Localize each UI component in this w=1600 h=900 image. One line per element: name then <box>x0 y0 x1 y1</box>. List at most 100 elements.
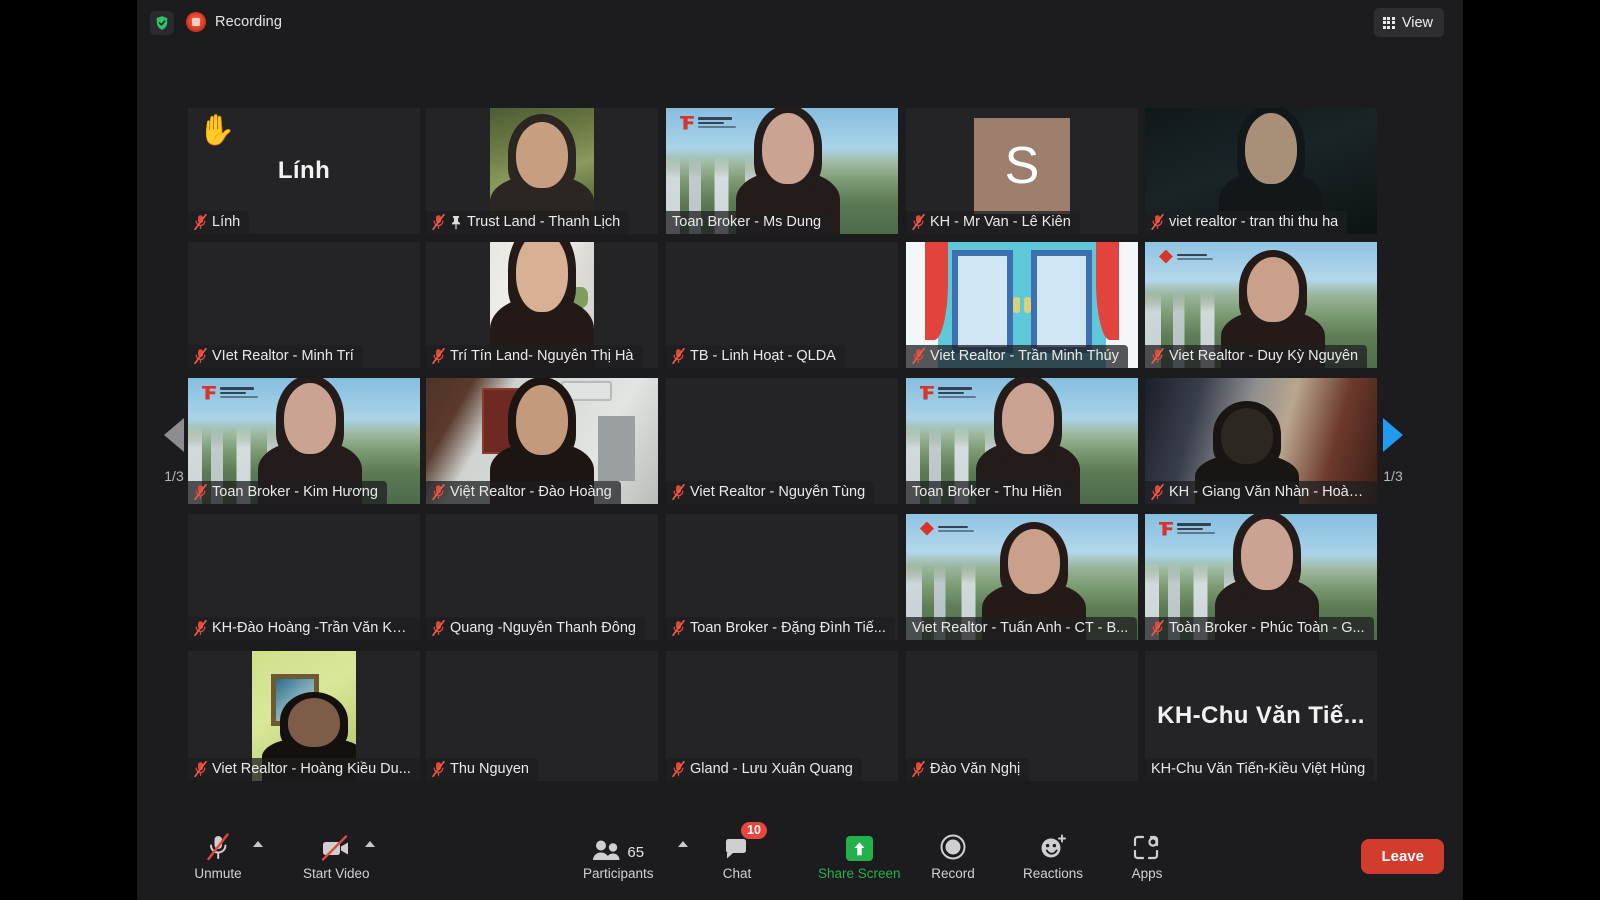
previous-page-button[interactable]: 1/3 <box>151 418 197 484</box>
participant-tile[interactable]: Viet Realtor - Nguyễn Tùng <box>666 378 898 504</box>
participant-name: Thu Nguyen <box>450 761 529 777</box>
toolbar-icon <box>939 831 967 861</box>
toolbar-icon: 65 <box>592 831 644 861</box>
shield-check-icon[interactable] <box>150 11 174 35</box>
participant-tile[interactable]: Viet Realtor - Duy Kỳ Nguyên <box>1145 242 1377 368</box>
participant-name-bar: KH - Giang Văn Nhàn - Hoàn... <box>1145 481 1377 504</box>
recording-label: Recording <box>215 14 282 30</box>
microphone-muted-icon <box>672 761 685 777</box>
toolbar-icon <box>205 831 231 861</box>
toolbar-label: Start Video <box>303 866 370 881</box>
toolbar-icon <box>1038 831 1068 861</box>
participant-name-bar: Trust Land - Thanh Lịch <box>426 211 630 234</box>
participant-tile[interactable]: TB - Linh Hoạt - QLDA <box>666 242 898 368</box>
participant-name-bar: KH - Mr Van - Lê Kiên <box>906 211 1080 234</box>
participant-tile[interactable]: Toan Broker - Kim Hương <box>188 378 420 504</box>
participant-name-bar: Toàn Broker - Phúc Toàn - G... <box>1145 617 1374 640</box>
participant-tile[interactable]: Thu Nguyen <box>426 651 658 781</box>
participant-name: viet realtor - tran thi thu ha <box>1169 214 1339 230</box>
toolbar-icon: 10 <box>724 822 767 861</box>
participant-name-bar: Đào Văn Nghị <box>906 758 1030 781</box>
participant-name-bar: Viet Realtor - Nguyễn Tùng <box>666 481 875 504</box>
participant-name: Lính <box>212 214 241 230</box>
participant-tile[interactable]: KH-Đào Hoàng -Trần Văn Kh... <box>188 514 420 640</box>
participant-tile[interactable]: viet realtor - tran thi thu ha <box>1145 108 1377 234</box>
participant-tile[interactable]: Viet Realtor - Hoàng Kiều Du... <box>188 651 420 781</box>
participant-tile[interactable]: Gland - Lưu Xuân Quang <box>666 651 898 781</box>
participant-name: Trí Tín Land- Nguyễn Thị Hà <box>450 348 634 364</box>
participant-name: Toan Broker - Thu Hiền <box>912 484 1062 500</box>
participant-name-bar: VIet Realtor - Minh Trí <box>188 345 363 368</box>
participant-tile[interactable]: KH - Giang Văn Nhàn - Hoàn... <box>1145 378 1377 504</box>
meeting-controls-toolbar: Unmute Start Video 65 Participants 10 Ch… <box>137 817 1463 900</box>
participant-tile[interactable]: Toan Broker - Thu Hiền <box>906 378 1138 504</box>
toan-broker-logo-icon <box>919 385 976 400</box>
participant-name: Việt Realtor - Đào Hoàng <box>450 484 612 500</box>
toolbar-icon <box>320 831 352 861</box>
toan-broker-logo-icon <box>201 385 258 400</box>
participant-tile[interactable]: Viet Realtor - Tuấn Anh - CT - B... <box>906 514 1138 640</box>
participant-name: VIet Realtor - Minh Trí <box>212 348 354 364</box>
microphone-muted-icon <box>912 348 925 364</box>
participant-name-bar: Lính <box>188 211 250 234</box>
participant-tile[interactable]: VIet Realtor - Minh Trí <box>188 242 420 368</box>
microphone-muted-icon <box>1151 348 1164 364</box>
toolbar-unmute-button[interactable]: Unmute <box>191 831 245 881</box>
participants-count: 65 <box>627 844 645 861</box>
pin-icon <box>452 215 460 229</box>
page-indicator-right: 1/3 <box>1383 468 1403 484</box>
next-page-button[interactable]: 1/3 <box>1370 418 1416 484</box>
record-circle-icon <box>940 834 966 860</box>
toolbar-record-button[interactable]: Record <box>926 831 980 881</box>
participant-tile[interactable]: Toan Broker - Ms Dung <box>666 108 898 234</box>
chevron-up-icon[interactable] <box>678 841 688 847</box>
participant-tile[interactable]: Viet Realtor - Trần Minh Thúy <box>906 242 1138 368</box>
participant-name: Quang -Nguyễn Thanh Đông <box>450 620 636 636</box>
participant-tile[interactable]: Trí Tín Land- Nguyễn Thị Hà <box>426 242 658 368</box>
toolbar-icon <box>1133 831 1161 861</box>
toolbar-label: Record <box>931 866 975 881</box>
participant-name: KH - Mr Van - Lê Kiên <box>930 214 1071 230</box>
toolbar-participants-button[interactable]: 65 Participants <box>583 831 654 881</box>
microphone-muted-icon <box>1151 484 1164 500</box>
participant-tile[interactable]: Quang -Nguyễn Thanh Đông <box>426 514 658 640</box>
toolbar-chat-button[interactable]: 10 Chat <box>710 822 767 881</box>
participant-name-bar: KH-Đào Hoàng -Trần Văn Kh... <box>188 617 420 640</box>
toolbar-apps-button[interactable]: Apps <box>1120 831 1174 881</box>
leave-button[interactable]: Leave <box>1361 839 1444 874</box>
participant-tile[interactable]: KH-Chu Văn Tiế... KH-Chu Văn Tiến-Kiều V… <box>1145 651 1377 781</box>
participant-name: Trust Land - Thanh Lịch <box>467 214 621 230</box>
participant-tile[interactable]: Toan Broker - Đặng Đình Tiế... <box>666 514 898 640</box>
recording-indicator[interactable]: Recording <box>186 12 282 32</box>
toolbar-share-screen-button[interactable]: Share Screen <box>818 831 901 881</box>
participant-name: Đào Văn Nghị <box>930 761 1021 777</box>
toan-broker-logo-icon <box>679 115 736 130</box>
meeting-stage: Recording View Lính ✋️ Lính Trust Land -… <box>137 0 1463 900</box>
chevron-right-triangle-icon <box>1383 418 1403 452</box>
meeting-top-bar: Recording View <box>137 0 1463 46</box>
share-screen-icon <box>845 836 873 861</box>
toolbar-label: Apps <box>1131 866 1163 881</box>
microphone-muted-icon <box>1151 620 1164 636</box>
reactions-smiley-icon <box>1041 834 1066 858</box>
participant-tile[interactable]: Trust Land - Thanh Lịch <box>426 108 658 234</box>
participant-tile[interactable]: Đào Văn Nghị <box>906 651 1138 781</box>
participant-tile[interactable]: Lính ✋️ Lính <box>188 108 420 234</box>
participant-tile[interactable]: S KH - Mr Van - Lê Kiên <box>906 108 1138 234</box>
toolbar-reactions-button[interactable]: Reactions <box>1023 831 1083 881</box>
toolbar-start-video-button[interactable]: Start Video <box>303 831 370 881</box>
participant-name-bar: Quang -Nguyễn Thanh Đông <box>426 617 645 640</box>
microphone-muted-icon <box>912 761 925 777</box>
participant-name-bar: Việt Realtor - Đào Hoàng <box>426 481 621 504</box>
chevron-up-icon[interactable] <box>253 841 263 847</box>
toolbar-label: Participants <box>583 866 654 881</box>
participant-name: Viet Realtor - Hoàng Kiều Du... <box>212 761 411 777</box>
participant-name-bar: viet realtor - tran thi thu ha <box>1145 211 1348 234</box>
participant-name: KH - Giang Văn Nhàn - Hoàn... <box>1169 484 1368 500</box>
participant-tile[interactable]: Toàn Broker - Phúc Toàn - G... <box>1145 514 1377 640</box>
chat-unread-badge: 10 <box>741 822 767 839</box>
participant-name: Toan Broker - Đặng Đình Tiế... <box>690 620 886 636</box>
view-button[interactable]: View <box>1373 8 1444 37</box>
participant-name-bar: Trí Tín Land- Nguyễn Thị Hà <box>426 345 643 368</box>
participant-tile[interactable]: Việt Realtor - Đào Hoàng <box>426 378 658 504</box>
